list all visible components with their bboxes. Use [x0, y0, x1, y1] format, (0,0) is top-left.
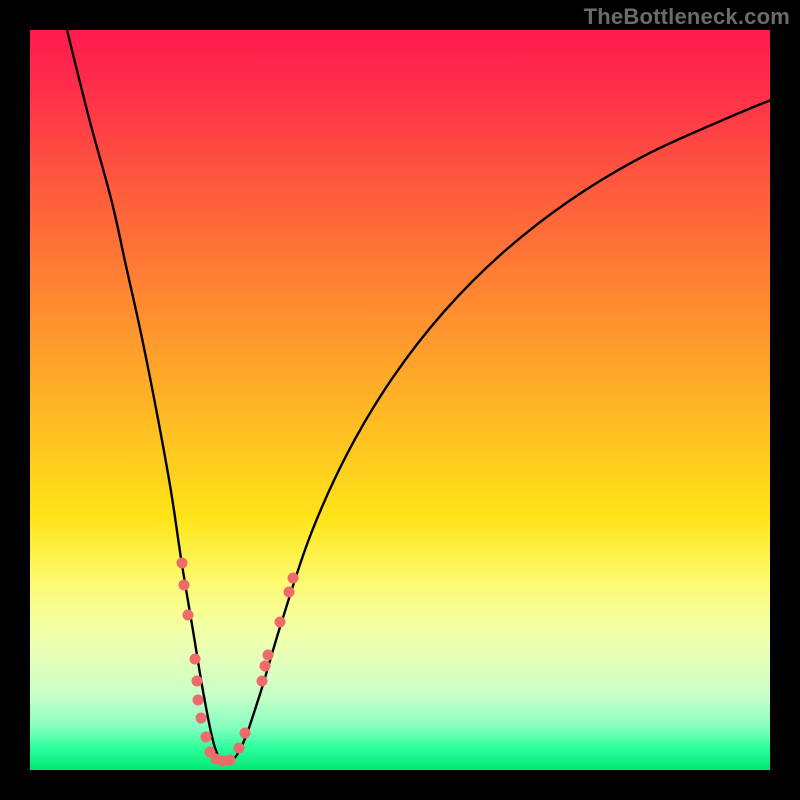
curve-svg [30, 30, 770, 770]
chart-container: TheBottleneck.com [0, 0, 800, 800]
data-marker [224, 755, 235, 766]
data-marker [176, 557, 187, 568]
data-marker [275, 617, 286, 628]
data-marker [192, 694, 203, 705]
data-marker [201, 731, 212, 742]
data-marker [239, 728, 250, 739]
data-marker [182, 609, 193, 620]
plot-area [30, 30, 770, 770]
data-marker [260, 661, 271, 672]
bottleneck-curve [67, 30, 770, 763]
data-marker [256, 676, 267, 687]
data-marker [178, 580, 189, 591]
data-marker [263, 650, 274, 661]
data-marker [190, 654, 201, 665]
data-marker [284, 587, 295, 598]
data-marker [234, 742, 245, 753]
data-marker [195, 713, 206, 724]
data-marker [191, 676, 202, 687]
watermark-text: TheBottleneck.com [584, 4, 790, 30]
data-marker [287, 572, 298, 583]
